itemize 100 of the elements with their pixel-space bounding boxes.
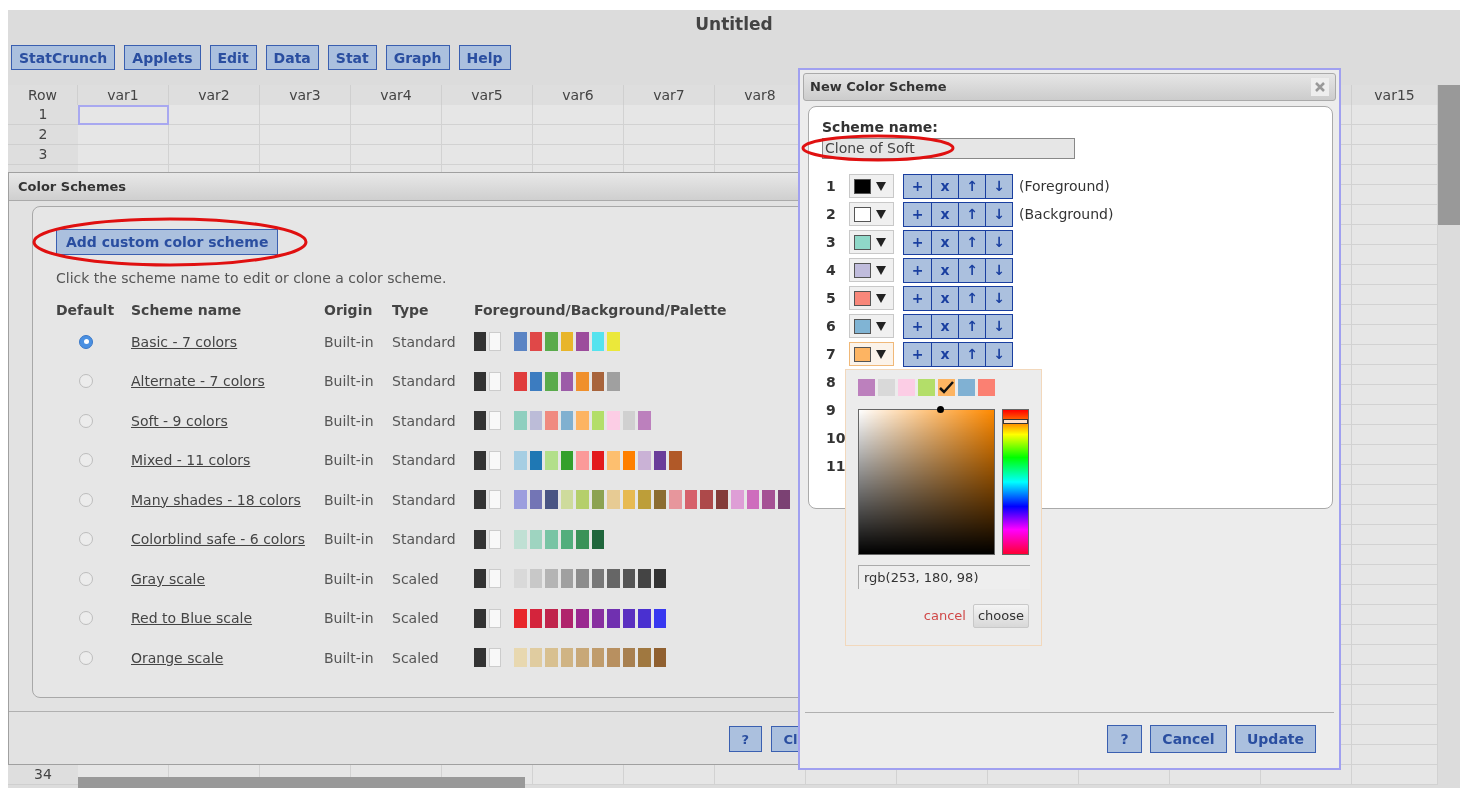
cancel-link[interactable]: cancel bbox=[923, 606, 966, 626]
menu-button[interactable]: Graph bbox=[385, 45, 450, 70]
cancel-button[interactable]: Cancel bbox=[1150, 725, 1227, 753]
color-dropdown[interactable] bbox=[849, 342, 894, 366]
radio-button[interactable] bbox=[79, 532, 93, 547]
row-action-button[interactable]: x bbox=[931, 258, 958, 282]
radio-button[interactable] bbox=[79, 650, 93, 665]
row-action-button[interactable]: x bbox=[931, 286, 958, 310]
scheme-link[interactable]: Alternate - 7 colors bbox=[131, 373, 265, 390]
hue-handle[interactable] bbox=[1003, 418, 1028, 424]
row-action-button[interactable]: ↓ bbox=[985, 286, 1012, 310]
color-number: 1 bbox=[825, 176, 837, 196]
color-swatch[interactable] bbox=[898, 379, 915, 396]
color-swatch[interactable] bbox=[958, 379, 975, 396]
row-action-button[interactable]: + bbox=[904, 230, 931, 254]
row-action-button[interactable]: ↓ bbox=[985, 230, 1012, 254]
row-action-button[interactable]: ↓ bbox=[985, 342, 1012, 366]
help-button[interactable]: ? bbox=[1107, 725, 1142, 753]
scheme-link[interactable]: Mixed - 11 colors bbox=[131, 452, 251, 469]
color-dropdown[interactable] bbox=[849, 258, 894, 282]
color-number: 3 bbox=[825, 232, 837, 252]
add-scheme-button[interactable]: Add custom color scheme bbox=[56, 229, 279, 255]
color-swatch[interactable] bbox=[938, 379, 955, 396]
origin-text: Built-in bbox=[324, 373, 374, 390]
row-action-button[interactable]: ↑ bbox=[958, 202, 985, 226]
vertical-scrollbar[interactable] bbox=[1438, 85, 1460, 225]
row-action-button[interactable]: ↑ bbox=[958, 314, 985, 338]
menu-button[interactable]: Stat bbox=[327, 45, 377, 70]
column-heading: Origin bbox=[324, 301, 374, 320]
scheme-link[interactable]: Basic - 7 colors bbox=[131, 333, 238, 350]
row-action-button[interactable]: ↓ bbox=[985, 258, 1012, 282]
scheme-link[interactable]: Soft - 9 colors bbox=[131, 412, 228, 429]
hue-slider[interactable] bbox=[1002, 409, 1029, 555]
row-action-button[interactable]: x bbox=[931, 174, 958, 198]
color-swatch[interactable] bbox=[918, 379, 935, 396]
menu-button[interactable]: Applets bbox=[124, 45, 201, 70]
row-action-button[interactable]: x bbox=[931, 314, 958, 338]
row-action-button[interactable]: ↑ bbox=[958, 342, 985, 366]
column-heading: Scheme name bbox=[131, 301, 243, 320]
choose-button[interactable]: choose bbox=[972, 604, 1029, 628]
menu-button[interactable]: Help bbox=[458, 45, 511, 70]
color-dropdown[interactable] bbox=[849, 314, 894, 338]
origin-text: Built-in bbox=[324, 570, 374, 587]
radio-button[interactable] bbox=[79, 374, 93, 389]
picker-handle[interactable] bbox=[937, 406, 944, 413]
row-action-button[interactable]: + bbox=[904, 258, 931, 282]
color-number: 2 bbox=[825, 204, 837, 224]
menu-button[interactable]: StatCrunch bbox=[11, 45, 116, 70]
row-action-button[interactable]: ↑ bbox=[958, 174, 985, 198]
color-value-field[interactable]: rgb(253, 180, 98) bbox=[864, 567, 979, 588]
menu-button[interactable]: Data bbox=[265, 45, 319, 70]
row-action-button[interactable]: + bbox=[904, 342, 931, 366]
radio-button[interactable] bbox=[79, 413, 93, 428]
row-action-button[interactable]: ↑ bbox=[958, 258, 985, 282]
menu-button[interactable]: Edit bbox=[209, 45, 257, 70]
color-dropdown[interactable] bbox=[849, 286, 894, 310]
saturation-square[interactable] bbox=[858, 409, 996, 555]
origin-text: Built-in bbox=[324, 649, 374, 666]
scheme-link[interactable]: Orange scale bbox=[131, 649, 224, 666]
color-number: 4 bbox=[825, 260, 837, 280]
color-dropdown[interactable] bbox=[849, 202, 894, 226]
row-action-button[interactable]: ↓ bbox=[985, 174, 1012, 198]
radio-button[interactable] bbox=[79, 492, 93, 507]
column-heading: Type bbox=[392, 301, 430, 320]
color-swatch[interactable] bbox=[858, 379, 875, 396]
row-action-button[interactable]: + bbox=[904, 314, 931, 338]
radio-button[interactable] bbox=[79, 334, 93, 349]
update-button[interactable]: Update bbox=[1235, 725, 1316, 753]
scheme-name-field[interactable]: Clone of Soft bbox=[822, 138, 1075, 159]
scheme-link[interactable]: Red to Blue scale bbox=[131, 610, 253, 627]
radio-button[interactable] bbox=[79, 611, 93, 626]
color-dropdown[interactable] bbox=[849, 230, 894, 254]
close-icon[interactable] bbox=[1311, 78, 1329, 96]
row-action-button[interactable]: + bbox=[904, 286, 931, 310]
origin-text: Built-in bbox=[324, 452, 374, 469]
horizontal-scrollbar[interactable] bbox=[78, 777, 525, 788]
row-action-button[interactable]: ↓ bbox=[985, 202, 1012, 226]
color-role-text: (Foreground) bbox=[1019, 176, 1110, 196]
caret-icon bbox=[876, 321, 886, 331]
scheme-link[interactable]: Colorblind safe - 6 colors bbox=[131, 531, 305, 548]
row-action-button[interactable]: ↓ bbox=[985, 314, 1012, 338]
radio-button[interactable] bbox=[79, 571, 93, 586]
scheme-link[interactable]: Many shades - 18 colors bbox=[131, 491, 301, 508]
type-text: Scaled bbox=[392, 649, 439, 666]
row-action-button[interactable]: x bbox=[931, 202, 958, 226]
row-action-button[interactable]: ↑ bbox=[958, 286, 985, 310]
color-number: 5 bbox=[825, 288, 837, 308]
help-button[interactable]: ? bbox=[729, 726, 762, 752]
color-number: 8 bbox=[825, 372, 836, 392]
radio-button[interactable] bbox=[79, 453, 93, 468]
color-dropdown[interactable] bbox=[849, 174, 894, 198]
color-swatch[interactable] bbox=[978, 379, 995, 396]
row-action-button[interactable]: x bbox=[931, 230, 958, 254]
instructions-text: Click the scheme name to edit or clone a color scheme. bbox=[56, 269, 447, 288]
color-number: 6 bbox=[825, 316, 837, 336]
row-action-button[interactable]: + bbox=[904, 202, 931, 226]
row-action-button[interactable]: ↑ bbox=[958, 230, 985, 254]
row-action-button[interactable]: + bbox=[904, 174, 931, 198]
row-action-button[interactable]: x bbox=[931, 342, 958, 366]
scheme-link[interactable]: Gray scale bbox=[131, 570, 205, 587]
